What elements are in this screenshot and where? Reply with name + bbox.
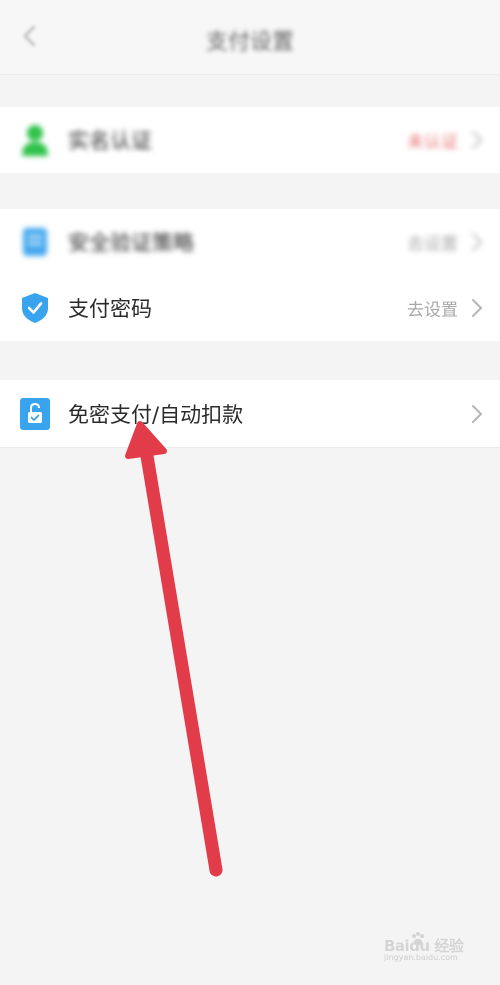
settings-item-identity[interactable]: 实名认证 未认证 bbox=[0, 107, 500, 173]
status-value: 去设置 bbox=[407, 234, 458, 255]
section-passwordless: 免密支付/自动扣款 bbox=[0, 380, 500, 448]
baidu-jingyan-watermark: Baidu 经验 jingyan.baidu.com bbox=[384, 929, 474, 969]
page-title: 支付设置 bbox=[205, 30, 294, 55]
settings-item-label: 免密支付/自动扣款 bbox=[68, 402, 244, 427]
chevron-right-icon bbox=[472, 299, 483, 317]
security-strategy-icon bbox=[23, 228, 47, 256]
settings-item-passwordless-payment[interactable]: 免密支付/自动扣款 bbox=[0, 380, 500, 447]
settings-item-security-strategy[interactable]: 安全验证策略 去设置 bbox=[0, 209, 500, 275]
shield-check-icon bbox=[22, 293, 48, 323]
section-security: 安全验证策略 去设置 支付密码 去设置 bbox=[0, 209, 500, 341]
chevron-right-icon bbox=[472, 233, 483, 251]
paw-logo-icon bbox=[412, 932, 424, 946]
settings-item-label: 安全验证策略 bbox=[68, 231, 194, 255]
top-bar: 支付设置 bbox=[0, 0, 500, 75]
person-verify-icon bbox=[22, 125, 48, 156]
unlock-icon bbox=[20, 397, 50, 430]
settings-item-payment-password[interactable]: 支付密码 去设置 bbox=[0, 275, 500, 341]
section-identity: 实名认证 未认证 bbox=[0, 107, 500, 173]
watermark-url: jingyan.baidu.com bbox=[384, 953, 458, 962]
chevron-right-icon bbox=[472, 131, 483, 149]
status-value: 未认证 bbox=[407, 132, 458, 153]
settings-item-label: 实名认证 bbox=[68, 129, 152, 153]
chevron-right-icon bbox=[472, 404, 483, 423]
status-value: 去设置 bbox=[407, 300, 458, 321]
settings-item-label: 支付密码 bbox=[68, 297, 152, 321]
